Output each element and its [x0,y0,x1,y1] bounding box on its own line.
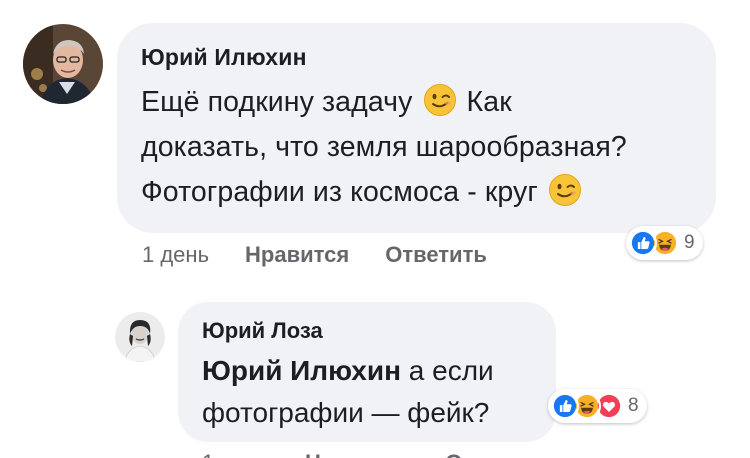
comment-text-line: доказать, что земля шарообразная? [141,131,627,163]
reply-timestamp[interactable]: 1 день [202,450,269,458]
comment-text-line: Фотографии из космоса - круг [141,176,538,208]
avatar[interactable] [23,24,103,104]
winking-face-icon [423,83,457,117]
winking-face-icon [548,173,582,207]
reply-author[interactable]: Юрий Лоза [202,318,536,344]
comment-text: Ещё подкину задачу Как доказать, что зем… [141,80,692,215]
reaction-count: 8 [628,395,639,416]
reactions-summary[interactable]: 9 [626,226,703,260]
reply-button[interactable]: Ответить [385,242,487,268]
like-button[interactable]: Нравится [245,242,349,268]
like-reaction-icon [551,392,579,420]
profile-photo-icon [115,312,165,362]
comments-thread: Юрий Илюхин Ещё подкину задачу Как доказ… [0,0,750,458]
reactions-summary[interactable]: 8 [548,389,647,423]
comment-text-line: Ещё подкину задачу [141,86,413,118]
reply-text: Юрий Илюхин а если фотографии — фейк? [202,350,536,434]
profile-photo-icon [23,24,103,104]
like-reaction-icon [629,229,657,257]
reply-text-line: а если [408,355,494,386]
reply-text-line: фотографии — фейк? [202,397,490,428]
comment-author[interactable]: Юрий Илюхин [141,43,692,71]
comment-bubble: Юрий Илюхин Ещё подкину задачу Как доказ… [117,23,716,233]
comment-actions: 1 день Нравится Ответить [142,240,523,270]
avatar[interactable] [115,312,165,362]
reply-bubble: Юрий Лоза Юрий Илюхин а если фотографии … [178,302,556,442]
reaction-count: 9 [684,232,695,253]
like-button[interactable]: Нравится [305,450,409,458]
reply-actions: 1 день Нравится Ответить [202,448,583,458]
mention-link[interactable]: Юрий Илюхин [202,355,401,386]
comment-text-line: Как [466,86,512,118]
reply-button[interactable]: Ответить [445,450,547,458]
comment-timestamp[interactable]: 1 день [142,242,209,268]
